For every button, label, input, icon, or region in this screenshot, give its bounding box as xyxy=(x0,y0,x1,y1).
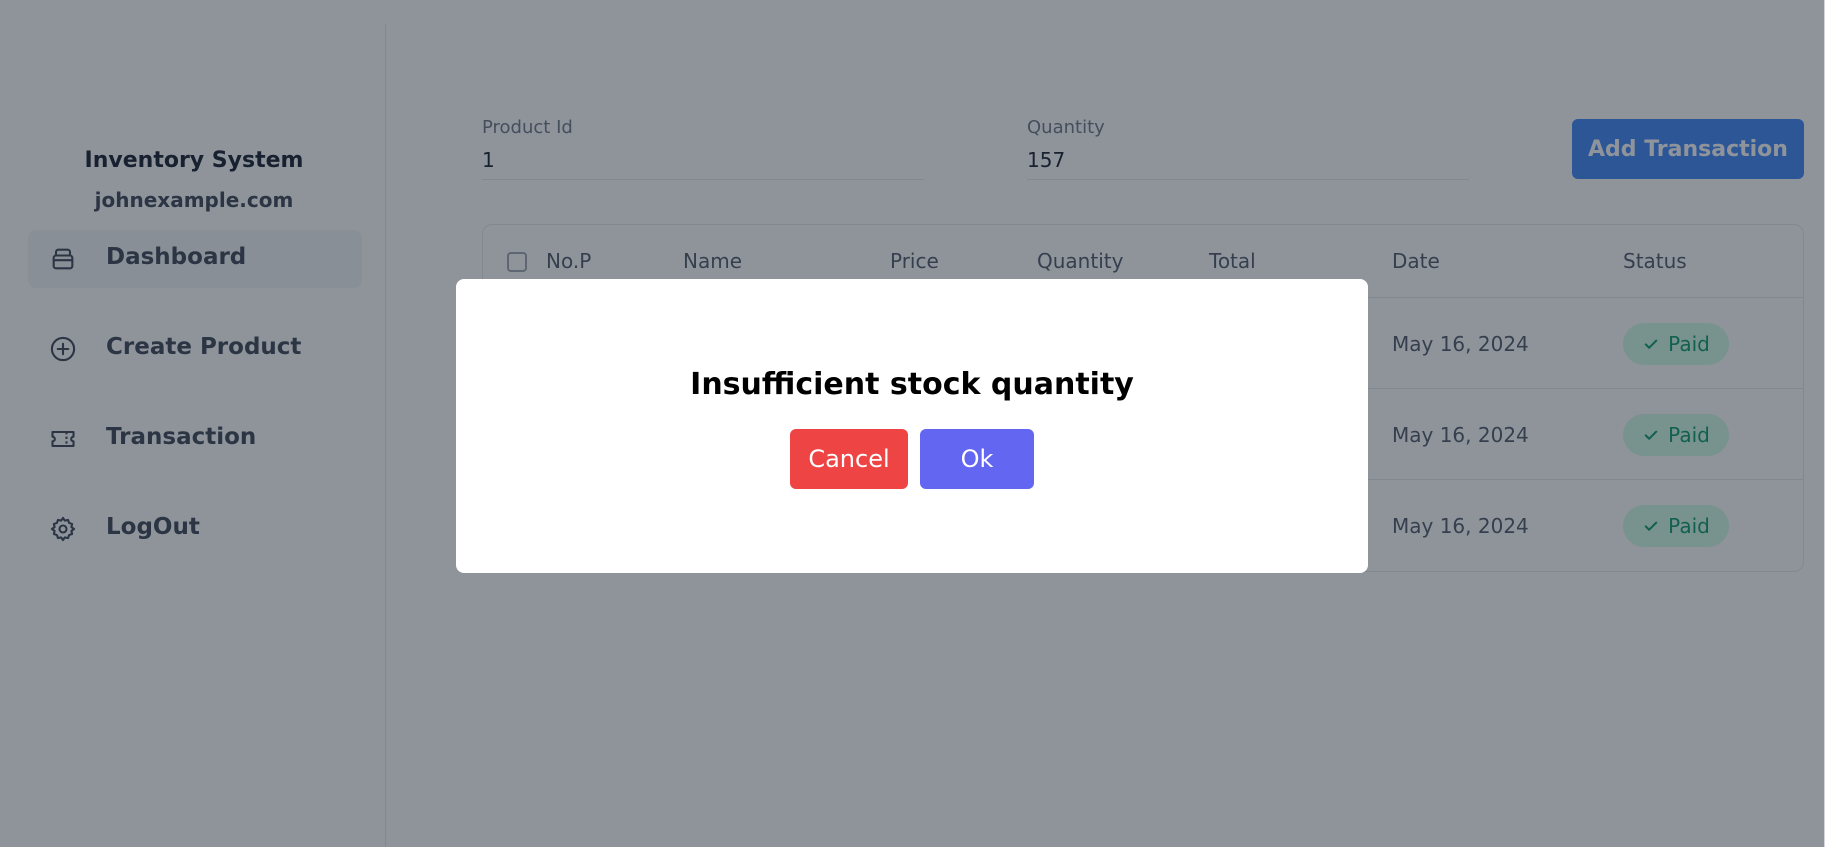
dialog-title: Insufficient stock quantity xyxy=(690,367,1134,402)
modal-backdrop[interactable]: Insufficient stock quantity Cancel Ok xyxy=(0,0,1824,847)
window-edge xyxy=(1824,0,1833,847)
ok-button[interactable]: Ok xyxy=(920,429,1034,489)
cancel-button[interactable]: Cancel xyxy=(790,429,908,489)
alert-dialog: Insufficient stock quantity Cancel Ok xyxy=(456,279,1368,573)
